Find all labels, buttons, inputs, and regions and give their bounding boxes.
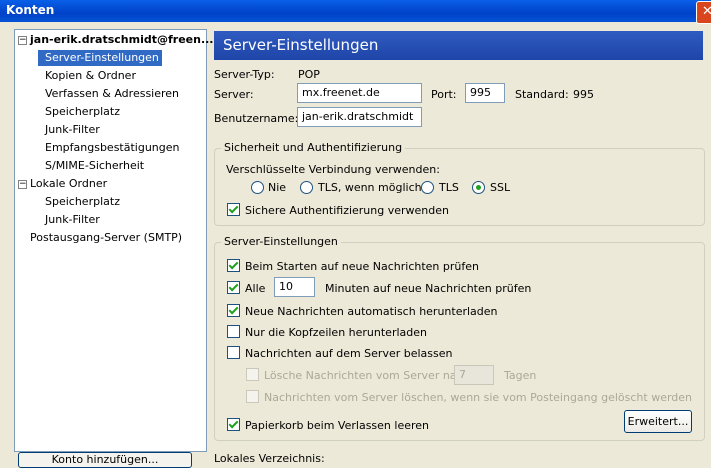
page-title: Server-Einstellungen [223, 36, 379, 54]
tree-account-1[interactable]: jan-erik.dratschmidt@freen... [30, 32, 213, 48]
tree-item-local-junk[interactable]: Junk-Filter [45, 212, 100, 228]
tree-account-2[interactable]: Lokale Ordner [30, 176, 107, 192]
window-titlebar: Konten ✕ [0, 0, 711, 24]
leave-on-server-checkbox[interactable] [227, 346, 240, 359]
encrypted-connection-label: Verschlüsselte Verbindung verwenden: [226, 163, 440, 176]
check-on-start-checkbox[interactable] [227, 259, 240, 272]
standard-value: 995 [573, 88, 594, 101]
radio-ssl[interactable] [472, 181, 485, 194]
delete-when-deleted-label: Nachrichten vom Server löschen, wenn sie… [264, 391, 693, 404]
auto-download-label[interactable]: Neue Nachrichten automatisch herunterlad… [245, 305, 498, 318]
server-input[interactable]: mx.freenet.de [297, 83, 422, 103]
close-button[interactable]: ✕ [696, 1, 711, 24]
minutes-suffix: Minuten auf neue Nachrichten prüfen [325, 282, 532, 295]
radio-tls[interactable] [421, 181, 434, 194]
days-input[interactable]: 7 [454, 365, 494, 385]
security-legend: Sicherheit und Authentifizierung [221, 141, 406, 154]
delete-when-deleted-checkbox[interactable] [246, 390, 259, 403]
local-directory-label: Lokales Verzeichnis: [214, 452, 325, 465]
tree-item-junk[interactable]: Junk-Filter [45, 122, 100, 138]
tree-item-server-settings[interactable]: Server-Einstellungen [38, 50, 162, 66]
tree-item-smime[interactable]: S/MIME-Sicherheit [45, 158, 144, 174]
radio-ssl-label[interactable]: SSL [490, 181, 510, 194]
collapse-account1-icon[interactable]: − [18, 36, 27, 45]
headers-only-checkbox[interactable] [227, 325, 240, 338]
collapse-account2-icon[interactable]: − [18, 180, 27, 189]
add-account-button[interactable]: Konto hinzufügen... [18, 452, 192, 468]
page-header: Server-Einstellungen [214, 31, 703, 60]
account-tree[interactable]: − jan-erik.dratschmidt@freen... Server-E… [14, 29, 213, 452]
tree-item-local-disk-space[interactable]: Speicherplatz [45, 194, 120, 210]
tree-item-composition[interactable]: Verfassen & Adressieren [45, 86, 179, 102]
check-every-label[interactable]: Alle [245, 282, 265, 295]
days-suffix: Tagen [504, 369, 537, 382]
minutes-input[interactable]: 10 [274, 277, 315, 297]
empty-trash-checkbox[interactable] [227, 418, 240, 431]
radio-tls-if-possible-label[interactable]: TLS, wenn möglich [318, 181, 422, 194]
username-input[interactable]: jan-erik.dratschmidt [297, 107, 422, 127]
tree-item-receipts[interactable]: Empfangsbestätigungen [45, 140, 180, 156]
radio-never-label[interactable]: Nie [268, 181, 286, 194]
username-label: Benutzername: [214, 112, 299, 125]
port-label: Port: [431, 88, 457, 101]
window-title: Konten [6, 3, 55, 17]
leave-on-server-label[interactable]: Nachrichten auf dem Server belassen [245, 347, 453, 360]
tree-item-smtp[interactable]: Postausgang-Server (SMTP) [30, 230, 182, 246]
secure-auth-checkbox[interactable] [227, 203, 240, 216]
empty-trash-label[interactable]: Papierkorb beim Verlassen leeren [245, 419, 429, 432]
auto-download-checkbox[interactable] [227, 304, 240, 317]
standard-label: Standard: [515, 88, 569, 101]
server-type-label: Server-Typ: [214, 68, 275, 81]
secure-auth-label[interactable]: Sichere Authentifizierung verwenden [245, 204, 449, 217]
check-every-checkbox[interactable] [227, 281, 240, 294]
headers-only-label[interactable]: Nur die Kopfzeilen herunterladen [245, 326, 427, 339]
radio-tls-label[interactable]: TLS [439, 181, 459, 194]
delete-after-checkbox[interactable] [246, 368, 259, 381]
server-settings-legend: Server-Einstellungen [221, 235, 341, 248]
server-label: Server: [214, 88, 254, 101]
tree-item-copies-folders[interactable]: Kopien & Ordner [45, 68, 136, 84]
radio-tls-if-possible[interactable] [300, 181, 313, 194]
delete-after-label: Lösche Nachrichten vom Server nach [264, 369, 470, 382]
radio-never[interactable] [251, 181, 264, 194]
check-on-start-label[interactable]: Beim Starten auf neue Nachrichten prüfen [245, 260, 479, 273]
port-input[interactable]: 995 [465, 83, 505, 103]
advanced-button[interactable]: Erweitert... [624, 410, 692, 433]
server-type-value: POP [298, 68, 320, 81]
tree-item-disk-space[interactable]: Speicherplatz [45, 104, 120, 120]
